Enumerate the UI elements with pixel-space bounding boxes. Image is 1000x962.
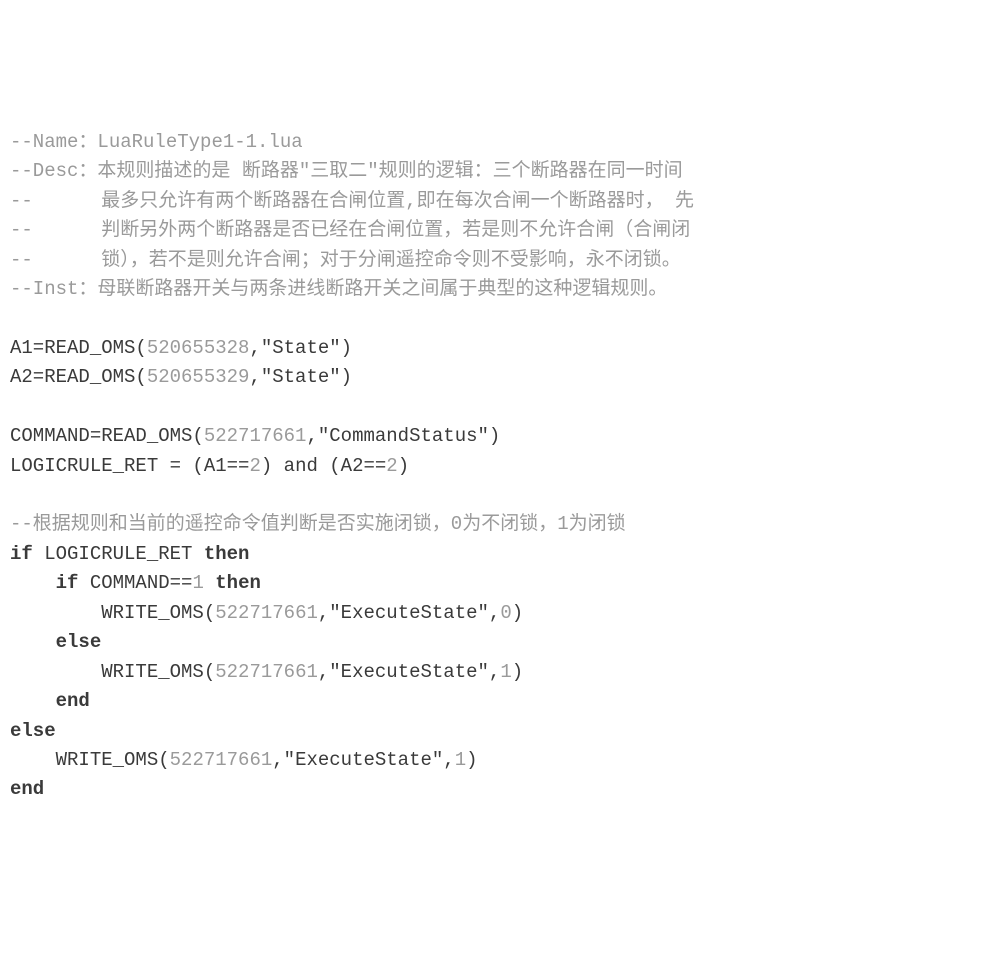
write-3: WRITE_OMS(522717661,"ExecuteState",1) xyxy=(10,749,478,771)
write-1: WRITE_OMS(522717661,"ExecuteState",0) xyxy=(10,602,523,624)
comment-desc-2: -- 最多只允许有两个断路器在合闸位置,即在每次合闸一个断路器时， 先 xyxy=(10,190,694,212)
else-inner: else xyxy=(10,631,101,653)
comment-inline: --根据规则和当前的遥控命令值判断是否实施闭锁，0为不闭锁，1为闭锁 xyxy=(10,513,626,535)
comment-inst: --Inst：母联断路器开关与两条进线断路开关之间属于典型的这种逻辑规则。 xyxy=(10,278,667,300)
end-inner: end xyxy=(10,690,90,712)
stmt-a1: A1=READ_OMS(520655328,"State") xyxy=(10,337,352,359)
comment-desc-1: --Desc：本规则描述的是 断路器"三取二"规则的逻辑：三个断路器在同一时间 xyxy=(10,160,683,182)
stmt-command: COMMAND=READ_OMS(522717661,"CommandStatu… xyxy=(10,425,500,447)
stmt-a2: A2=READ_OMS(520655329,"State") xyxy=(10,366,352,388)
if-outer: if LOGICRULE_RET then xyxy=(10,543,249,565)
if-inner: if COMMAND==1 then xyxy=(10,572,261,594)
code-block: --Name：LuaRuleType1-1.lua --Desc：本规则描述的是… xyxy=(10,128,990,805)
comment-desc-3: -- 判断另外两个断路器是否已经在合闸位置，若是则不允许合闸（合闸闭 xyxy=(10,219,690,241)
end-outer: end xyxy=(10,778,44,800)
write-2: WRITE_OMS(522717661,"ExecuteState",1) xyxy=(10,661,523,683)
comment-desc-4: -- 锁），若不是则允许合闸；对于分闸遥控命令则不受影响，永不闭锁。 xyxy=(10,249,681,271)
comment-name: --Name：LuaRuleType1-1.lua xyxy=(10,131,303,153)
stmt-logicrule: LOGICRULE_RET = (A1==2) and (A2==2) xyxy=(10,455,409,477)
